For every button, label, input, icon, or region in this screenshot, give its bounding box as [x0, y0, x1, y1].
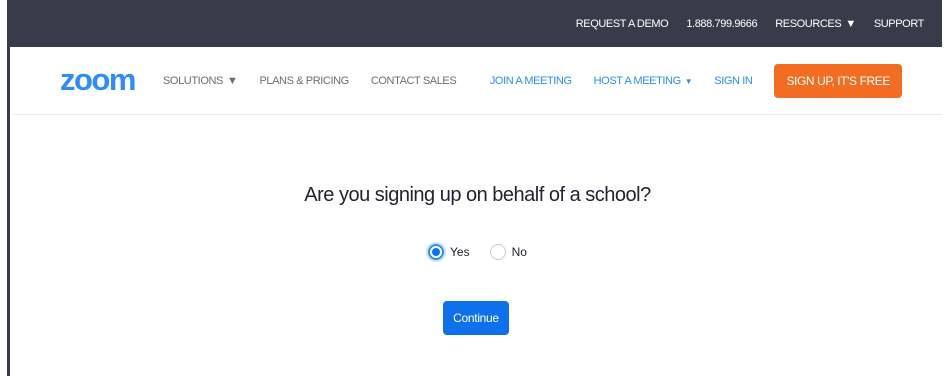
option-yes[interactable]: Yes: [428, 244, 470, 260]
host-meeting-menu[interactable]: HOST A MEETING ▼: [594, 75, 693, 87]
support-link[interactable]: SUPPORT: [874, 18, 925, 30]
caret-down-icon: ▼: [226, 75, 238, 87]
join-meeting-link[interactable]: JOIN A MEETING: [490, 75, 572, 87]
school-radio-group: Yes No: [13, 244, 942, 260]
option-no-label: No: [511, 245, 527, 259]
host-meeting-label: HOST A MEETING: [593, 75, 682, 87]
plans-pricing-link[interactable]: PLANS & PRICING: [259, 75, 349, 87]
page-question: Are you signing up on behalf of a school…: [304, 184, 651, 206]
zoom-logo-icon: zoom: [60, 65, 136, 95]
radio-yes-checked[interactable]: [428, 244, 445, 260]
main-navbar: zoom SOLUTIONS ▼ PLANS & PRICING CONTACT …: [13, 47, 942, 115]
window-left-edge: [0, 0, 10, 376]
top-utility-bar: REQUEST A DEMO 1.888.799.9666 RESOURCES ▼…: [10, 0, 942, 47]
option-yes-label: Yes: [450, 245, 470, 259]
caret-down-icon: ▼: [684, 77, 693, 86]
resources-menu[interactable]: RESOURCES ▼: [775, 18, 856, 30]
caret-down-icon: ▼: [845, 17, 856, 30]
request-demo-link[interactable]: REQUEST A DEMO: [576, 18, 669, 30]
zoom-logo[interactable]: zoom: [60, 63, 140, 97]
logo-wordmark: zoom: [60, 65, 135, 95]
solutions-menu[interactable]: SOLUTIONS ▼: [163, 75, 238, 87]
resources-label: RESOURCES: [775, 17, 842, 30]
option-no[interactable]: No: [489, 244, 527, 260]
contact-sales-link[interactable]: CONTACT SALES: [371, 75, 457, 87]
main-content: Are you signing up on behalf of a school…: [13, 116, 942, 376]
solutions-label: SOLUTIONS: [163, 75, 223, 87]
phone-number-link[interactable]: 1.888.799.9666: [686, 18, 757, 30]
signup-button[interactable]: SIGN UP, IT'S FREE: [774, 64, 902, 98]
sign-in-link[interactable]: SIGN IN: [714, 75, 753, 87]
radio-no[interactable]: [489, 244, 506, 260]
continue-button[interactable]: Continue: [443, 301, 509, 335]
